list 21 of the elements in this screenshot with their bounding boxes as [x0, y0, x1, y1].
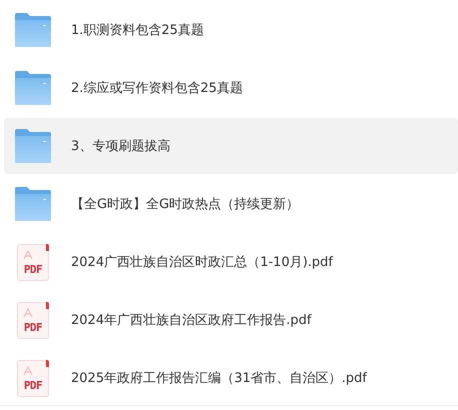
file-row[interactable]: PDF 2025年政府工作报告汇编（31省市、自治区）.pdf [4, 350, 458, 405]
file-row[interactable]: 3、专项刷题拔高 [4, 118, 458, 174]
file-name: 1.职测资料包含25真题 [71, 22, 204, 39]
folder-icon [15, 129, 51, 163]
pdf-file-icon: PDF [17, 360, 49, 396]
file-name: 【全G时政】全G时政热点（持续更新） [71, 196, 300, 213]
file-name: 3、专项刷题拔高 [71, 138, 170, 155]
folder-icon [15, 13, 51, 47]
file-name: 2025年政府工作报告汇编（31省市、自治区）.pdf [71, 370, 367, 387]
file-row[interactable]: 2.综应或写作资料包含25真题 [4, 60, 458, 116]
folder-icon [15, 187, 51, 221]
file-row[interactable]: PDF 2024广西壮族自治区时政汇总（1-10月).pdf [4, 234, 458, 290]
file-row[interactable]: 【全G时政】全G时政热点（持续更新） [4, 176, 458, 232]
file-name: 2.综应或写作资料包含25真题 [71, 80, 243, 97]
folder-icon [15, 71, 51, 105]
file-row[interactable]: 1.职测资料包含25真题 [4, 2, 458, 58]
file-name: 2024广西壮族自治区时政汇总（1-10月).pdf [71, 254, 333, 271]
pdf-file-icon: PDF [17, 244, 49, 280]
file-name: 2024年广西壮族自治区政府工作报告.pdf [71, 312, 312, 329]
pdf-file-icon: PDF [17, 302, 49, 338]
file-row[interactable]: PDF 2024年广西壮族自治区政府工作报告.pdf [4, 292, 458, 348]
